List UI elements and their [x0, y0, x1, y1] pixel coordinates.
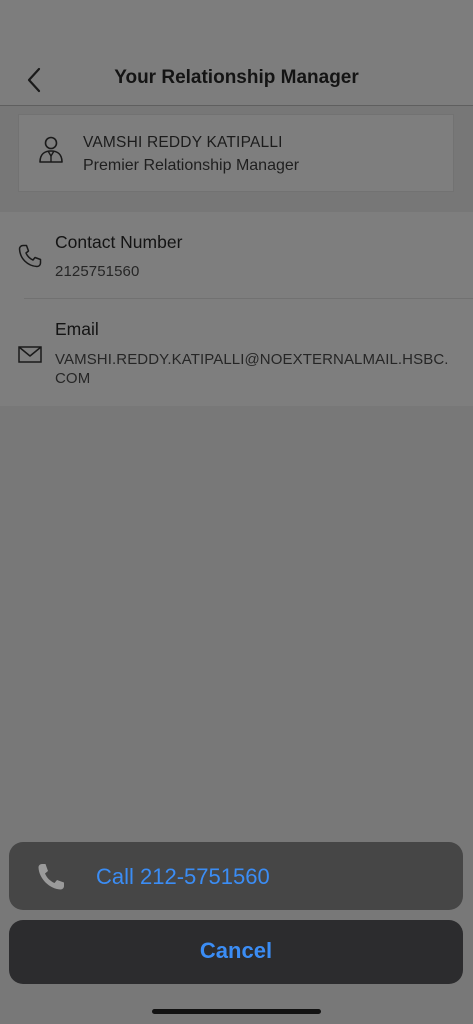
- contact-number-row[interactable]: Contact Number 2125751560: [0, 212, 473, 298]
- manager-section: VAMSHI REDDY KATIPALLI Premier Relations…: [0, 106, 473, 212]
- contact-number-value: 2125751560: [55, 263, 140, 280]
- manager-name: VAMSHI REDDY KATIPALLI: [83, 134, 283, 151]
- email-row[interactable]: Email VAMSHI.REDDY.KATIPALLI@NOEXTERNALM…: [0, 299, 473, 406]
- contact-list: Contact Number 2125751560 Email VAMSHI.R…: [0, 212, 473, 406]
- contact-number-label: Contact Number: [55, 232, 183, 252]
- page-title: Your Relationship Manager: [114, 67, 359, 88]
- cancel-button[interactable]: Cancel: [9, 920, 463, 984]
- phone-icon: [18, 244, 42, 268]
- cancel-button-label: Cancel: [199, 938, 273, 963]
- manager-card: VAMSHI REDDY KATIPALLI Premier Relations…: [18, 114, 454, 192]
- home-indicator[interactable]: [152, 1009, 321, 1014]
- phone-icon: [38, 864, 64, 890]
- person-tie-icon: [39, 136, 63, 163]
- email-value-line1: VAMSHI.REDDY.KATIPALLI@NOEXTERNALMAIL.HS…: [55, 351, 449, 368]
- manager-role: Premier Relationship Manager: [83, 157, 300, 174]
- avatar: [37, 135, 65, 165]
- email-value-line2: COM: [55, 370, 91, 387]
- screen: Your Relationship Manager VAMSHI REDDY K…: [0, 0, 473, 1024]
- envelope-icon: [18, 346, 42, 363]
- nav-header: Your Relationship Manager: [0, 0, 473, 106]
- call-button-label: Call 212-5751560: [96, 864, 270, 889]
- phone-icon-wrap: [17, 243, 43, 269]
- email-label: Email: [55, 319, 99, 339]
- call-icon-wrap: [35, 861, 67, 893]
- call-button[interactable]: Call 212-5751560: [9, 842, 463, 910]
- envelope-icon-wrap: [17, 342, 43, 368]
